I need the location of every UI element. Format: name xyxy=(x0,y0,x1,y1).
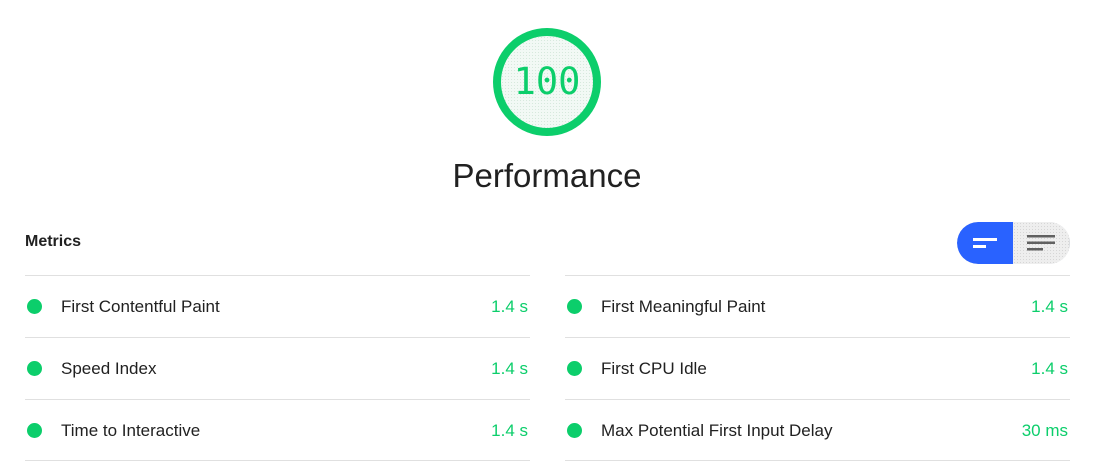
category-title: Performance xyxy=(452,157,642,194)
score-gauge: 100 xyxy=(492,27,602,137)
metric-time-to-interactive: Time to Interactive 1.4 s xyxy=(25,399,530,461)
pass-indicator-icon xyxy=(27,361,42,376)
metric-speed-index: Speed Index 1.4 s xyxy=(25,337,530,399)
metric-title: First Meaningful Paint xyxy=(601,297,766,316)
pass-indicator-icon xyxy=(567,361,582,376)
metric-value: 1.4 s xyxy=(491,359,528,378)
metrics-header: Metrics xyxy=(25,233,82,250)
metric-max-potential-fid: Max Potential First Input Delay 30 ms xyxy=(565,399,1070,461)
pass-indicator-icon xyxy=(27,423,42,438)
metric-title: Speed Index xyxy=(61,359,157,378)
metrics-view-toggle xyxy=(957,222,1070,264)
metric-title: Time to Interactive xyxy=(61,421,201,440)
metrics-column-left: First Contentful Paint 1.4 s Speed Index… xyxy=(25,275,530,461)
metric-title: Max Potential First Input Delay xyxy=(601,421,833,440)
pass-indicator-icon xyxy=(567,423,582,438)
metric-first-contentful-paint: First Contentful Paint 1.4 s xyxy=(25,275,530,337)
expanded-lines-icon xyxy=(1027,235,1055,251)
metric-value: 1.4 s xyxy=(491,421,528,440)
expanded-view-button[interactable] xyxy=(1013,222,1069,264)
compact-lines-icon xyxy=(973,238,997,248)
metric-value: 1.4 s xyxy=(1031,359,1068,378)
pass-indicator-icon xyxy=(27,299,42,314)
compact-view-button[interactable] xyxy=(957,222,1013,264)
metric-title: First CPU Idle xyxy=(601,359,707,378)
metric-value: 30 ms xyxy=(1021,421,1068,440)
metrics-column-right: First Meaningful Paint 1.4 s First CPU I… xyxy=(565,275,1070,461)
metric-value: 1.4 s xyxy=(1031,297,1068,316)
metric-value: 1.4 s xyxy=(491,297,528,316)
metric-first-meaningful-paint: First Meaningful Paint 1.4 s xyxy=(565,275,1070,337)
metric-first-cpu-idle: First CPU Idle 1.4 s xyxy=(565,337,1070,399)
metric-title: First Contentful Paint xyxy=(61,297,220,316)
lighthouse-report: 100 Performance Metrics First Contentful… xyxy=(0,0,1112,461)
score-value: 100 xyxy=(513,59,581,103)
pass-indicator-icon xyxy=(567,299,582,314)
